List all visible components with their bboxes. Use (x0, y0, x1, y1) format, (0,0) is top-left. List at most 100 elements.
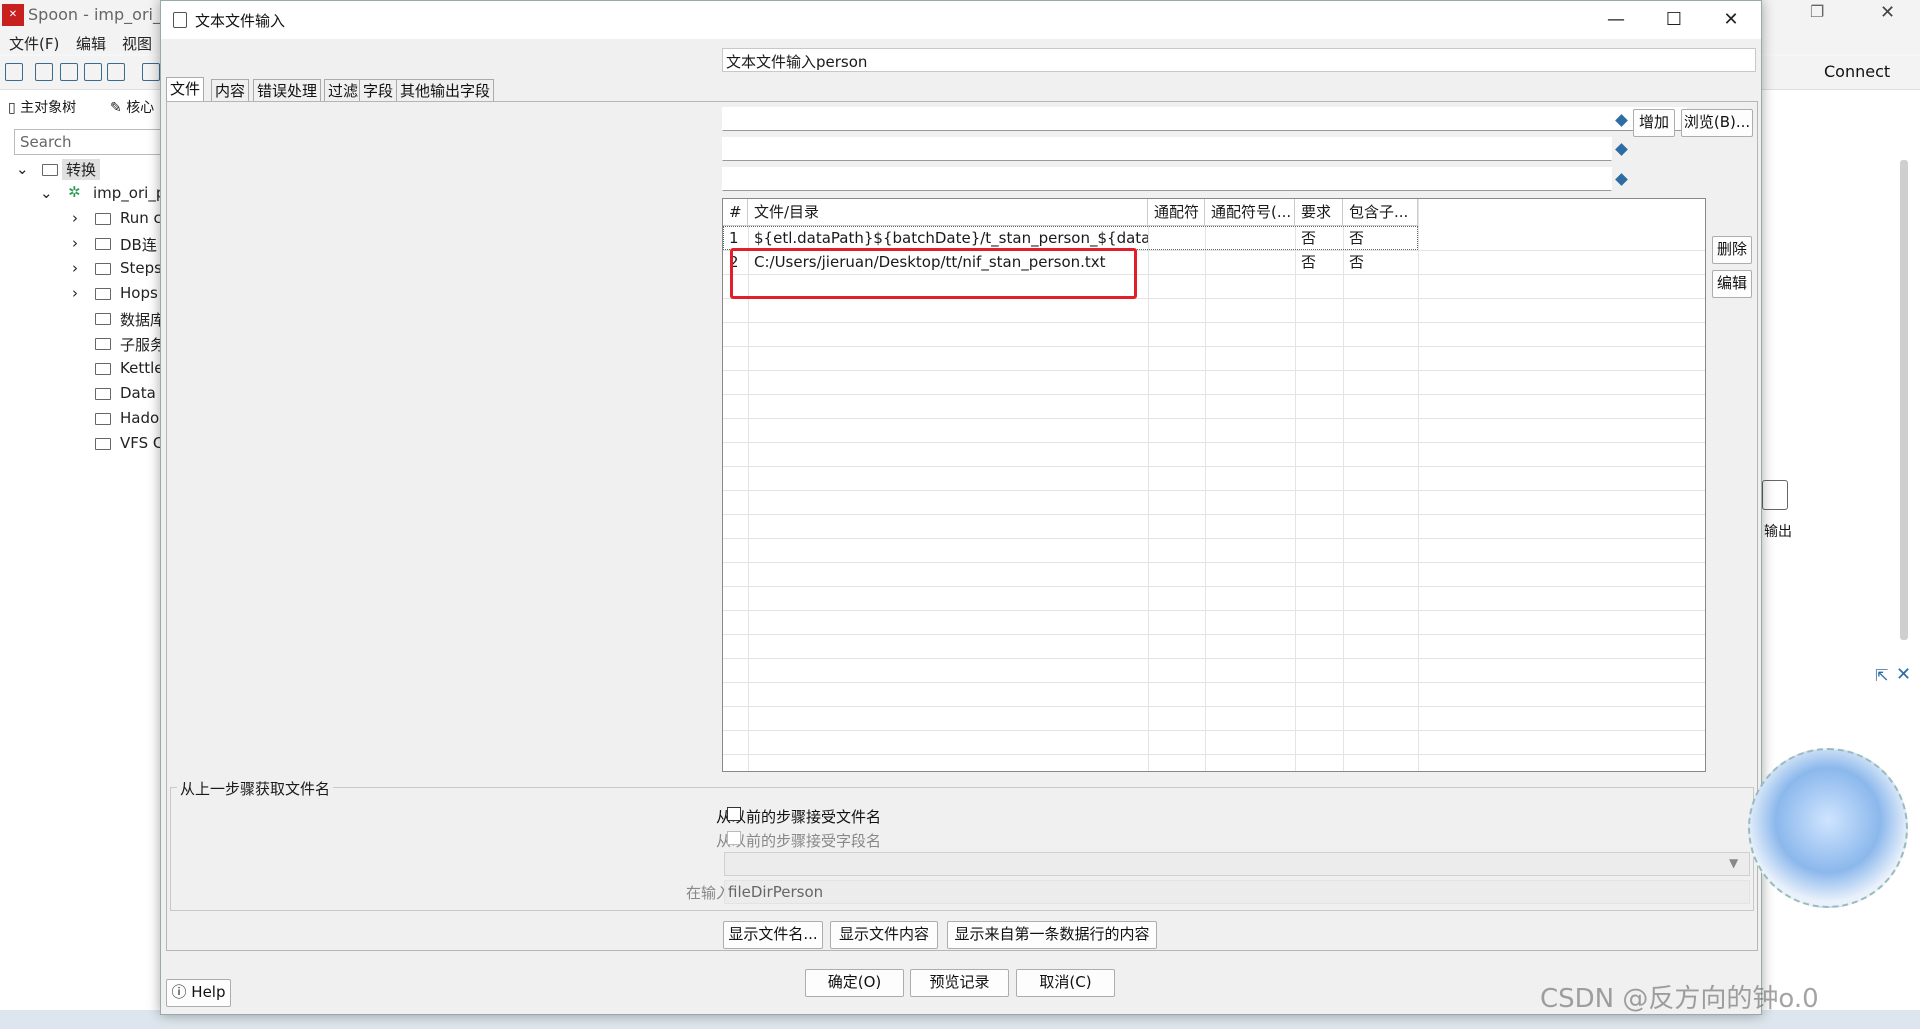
col-header-index[interactable]: # (723, 199, 748, 226)
col-header-wildcard[interactable]: 通配符 (1148, 199, 1205, 226)
grid-line (723, 658, 1705, 659)
tree-transformation[interactable]: imp_ori_p (93, 184, 165, 202)
accept-filenames-label: 从以前的步骤接受文件名 (715, 808, 881, 826)
tab-additional-output-fields[interactable]: 其他输出字段 (396, 79, 495, 101)
explore-icon[interactable] (60, 63, 78, 81)
menu-edit[interactable]: 编辑 (76, 33, 106, 54)
new-file-icon[interactable] (5, 63, 23, 81)
tab-filter[interactable]: 过滤 (324, 79, 363, 101)
accept-fields-label: 从以前的步骤接受字段名 (715, 832, 881, 850)
cell-include-subfolders[interactable]: 否 (1343, 250, 1418, 274)
tree-item[interactable]: Run c (120, 209, 162, 227)
col-header-wildcard-exclude[interactable]: 通配符号(... (1205, 199, 1295, 226)
grid-line (1205, 199, 1206, 771)
folder-icon (95, 363, 111, 375)
tree-item[interactable]: Hado (120, 409, 159, 427)
minimize-icon[interactable]: — (1593, 6, 1639, 34)
grid-line (723, 562, 1705, 563)
chevron-right-icon[interactable]: › (72, 259, 78, 277)
delete-button[interactable]: 删除 (1712, 236, 1752, 264)
col-header-include-subfolders[interactable]: 包含子... (1343, 199, 1418, 226)
chevron-right-icon[interactable]: › (72, 209, 78, 227)
spoon-title: Spoon - imp_ori_pe (28, 5, 181, 24)
transformation-icon: ✲ (68, 183, 81, 201)
tab-core[interactable]: ✎ 核心 (110, 97, 154, 117)
menu-file[interactable]: 文件(F) (9, 33, 59, 54)
close-panel-icon[interactable]: ✕ (1896, 664, 1911, 685)
regex-exclude-input[interactable] (722, 167, 1612, 191)
cell-file-dir[interactable]: ${etl.dataPath}${batchDate}/t_stan_perso… (748, 226, 1148, 250)
regex-input[interactable] (722, 137, 1612, 161)
tab-content[interactable]: 内容 (211, 79, 250, 101)
menu-view[interactable]: 视图 (122, 33, 152, 54)
layers-icon[interactable] (142, 63, 160, 81)
connect-button[interactable]: Connect (1824, 62, 1890, 81)
col-header-required[interactable]: 要求 (1295, 199, 1343, 226)
field-as-filename-input[interactable]: fileDirPerson (724, 880, 1750, 904)
tree-item[interactable]: Steps (120, 259, 162, 277)
tree-item[interactable]: Data (120, 384, 156, 402)
tree-item[interactable]: 数据库 (120, 309, 165, 330)
tree-item[interactable]: Hops (120, 284, 158, 302)
read-from-select[interactable] (724, 852, 1750, 876)
tree-item[interactable]: Kettle (120, 359, 163, 377)
grid-line (723, 586, 1705, 587)
search-input[interactable]: Search (14, 129, 162, 155)
preview-button[interactable]: 预览记录 (910, 969, 1009, 997)
step-name-input[interactable]: 文本文件输入person (722, 48, 1756, 72)
watermark: CSDN @反方向的钟o.0 (1540, 984, 1819, 1014)
add-button[interactable]: 增加 (1633, 109, 1675, 137)
show-filenames-button[interactable]: 显示文件名... (723, 921, 823, 949)
avatar (1748, 748, 1908, 908)
text-file-input-dialog: 文本文件输入 — ☐ ✕ 步骤名称 文本文件输入person 文件 内容 错误处… (160, 0, 1762, 1015)
file-or-dir-input[interactable] (722, 107, 1687, 131)
accept-filenames-checkbox[interactable] (727, 807, 741, 821)
external-link-icon[interactable]: ⇱ (1875, 666, 1888, 685)
cancel-button[interactable]: 取消(C) (1016, 969, 1115, 997)
tab-core-label: 核心 (126, 100, 155, 116)
chevron-right-icon[interactable]: › (72, 284, 78, 302)
tab-main-tree[interactable]: ▯ 主对象树 (8, 97, 76, 117)
grid-line (723, 370, 1705, 371)
cell-include-subfolders[interactable]: 否 (1343, 226, 1418, 250)
accept-fields-checkbox[interactable] (727, 831, 741, 845)
restore-icon[interactable]: ❐ (1810, 2, 1824, 21)
grid-line (723, 418, 1705, 419)
close-icon[interactable]: ✕ (1880, 2, 1895, 23)
edit-button[interactable]: 编辑 (1712, 270, 1752, 298)
folder-icon (95, 413, 111, 425)
open-folder-icon[interactable] (35, 63, 53, 81)
save-as-icon[interactable] (107, 63, 125, 81)
tree-root[interactable]: 转换 (62, 159, 101, 180)
folder-icon (95, 238, 111, 250)
tree-item[interactable]: VFS C (120, 434, 163, 452)
show-first-row-content-button[interactable]: 显示来自第一条数据行的内容 (947, 921, 1157, 949)
output-step-icon[interactable] (1762, 480, 1788, 510)
grid-line (723, 346, 1705, 347)
tab-error-handling[interactable]: 错误处理 (253, 79, 322, 101)
chevron-right-icon[interactable]: › (72, 234, 78, 252)
highlight-box (730, 248, 1137, 299)
browse-button[interactable]: 浏览(B)... (1681, 109, 1753, 137)
cell-required[interactable]: 否 (1295, 250, 1343, 274)
grid-line (1343, 199, 1344, 771)
close-icon[interactable]: ✕ (1708, 6, 1754, 34)
chevron-down-icon[interactable]: ⌄ (40, 184, 53, 202)
show-file-content-button[interactable]: 显示文件内容 (830, 921, 938, 949)
tree-item[interactable]: 子服务 (120, 334, 165, 355)
help-button[interactable]: ⓘ Help (166, 979, 231, 1007)
ok-button[interactable]: 确定(O) (805, 969, 904, 997)
dialog-title: 文本文件输入 (195, 12, 286, 30)
folder-icon (95, 288, 111, 300)
tab-fields[interactable]: 字段 (359, 79, 398, 101)
cell-required[interactable]: 否 (1295, 226, 1343, 250)
maximize-icon[interactable]: ☐ (1651, 6, 1697, 34)
scrollbar[interactable] (1900, 160, 1908, 640)
chevron-down-icon[interactable]: ▼ (1729, 856, 1738, 870)
tree-item[interactable]: DB连 (120, 234, 157, 255)
chevron-down-icon[interactable]: ⌄ (16, 160, 29, 178)
col-header-file-dir[interactable]: 文件/目录 (748, 199, 1148, 226)
tab-file[interactable]: 文件 (166, 77, 205, 101)
save-icon[interactable] (84, 63, 102, 81)
cell-index: 1 (729, 229, 739, 247)
